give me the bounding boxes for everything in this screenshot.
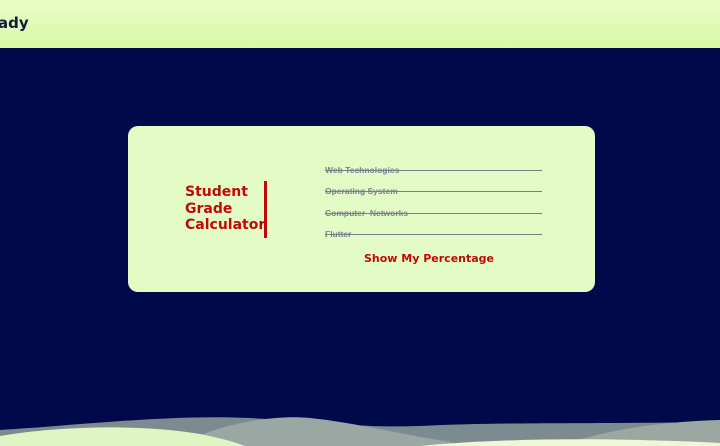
flutter-input[interactable] (325, 228, 542, 240)
operating-system-input[interactable] (325, 185, 542, 197)
calculator-title: Student Grade Calculator (185, 184, 265, 234)
calculator-card: Student Grade Calculator Show My Percent… (128, 126, 595, 292)
web-technologies-input[interactable] (325, 164, 542, 176)
flutter-field (325, 222, 542, 240)
computer-networks-field (325, 201, 542, 219)
web-technologies-field (325, 158, 542, 176)
calculator-title-line: Grade (185, 200, 233, 217)
top-bar: ady (0, 0, 720, 48)
title-divider (264, 181, 267, 238)
calculator-title-line: Student (185, 184, 248, 200)
brand-title: ady (0, 14, 29, 32)
bottom-waves (0, 417, 720, 446)
calculator-title-line: Calculator (185, 217, 266, 233)
operating-system-field (325, 179, 542, 197)
computer-networks-input[interactable] (325, 207, 542, 219)
show-percentage-button[interactable]: Show My Percentage (359, 250, 499, 266)
